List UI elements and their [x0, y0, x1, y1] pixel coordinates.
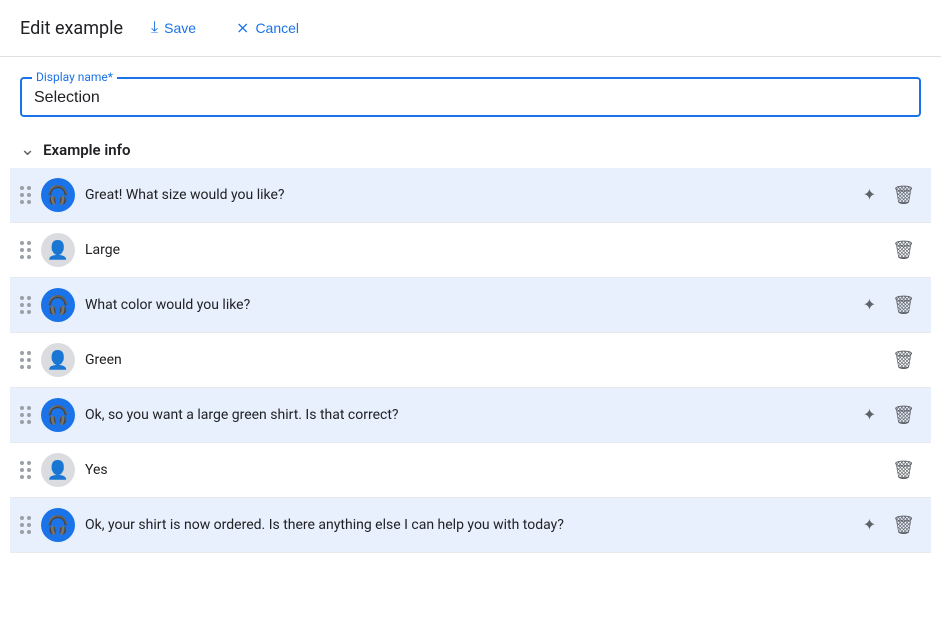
- conversation-list: 🎧Great! What size would you like?✦🗑👤Larg…: [0, 168, 941, 553]
- table-row: 👤 Green 🗑: [10, 333, 931, 388]
- row-actions: ✦🗑: [857, 509, 921, 542]
- delete-icon: 🗑: [892, 240, 915, 261]
- sparkle-button[interactable]: ✦: [857, 179, 882, 211]
- delete-button[interactable]: 🗑: [886, 399, 921, 432]
- delete-button[interactable]: 🗑: [886, 179, 921, 212]
- drag-handle[interactable]: [20, 461, 31, 479]
- save-button[interactable]: ⤓ Save: [139, 13, 208, 43]
- bot-avatar: 🎧: [41, 508, 75, 542]
- sparkle-button[interactable]: ✦: [857, 289, 882, 321]
- delete-icon: 🗑: [892, 185, 915, 206]
- user-avatar: 👤: [41, 343, 75, 377]
- page-title: Edit example: [20, 18, 123, 39]
- row-actions: 🗑: [886, 234, 921, 267]
- delete-button[interactable]: 🗑: [886, 234, 921, 267]
- save-label: Save: [164, 20, 196, 36]
- delete-icon: 🗑: [892, 405, 915, 426]
- table-row: 🎧Great! What size would you like?✦🗑: [10, 168, 931, 223]
- cancel-icon: ⨯: [236, 18, 249, 38]
- table-row: 🎧 Ok, so you want a large green shirt. Is…: [10, 388, 931, 443]
- example-info-section[interactable]: ⌄ Example info: [0, 127, 941, 168]
- row-actions: 🗑: [886, 344, 921, 377]
- conversation-text: Great! What size would you like?: [85, 187, 847, 203]
- drag-handle[interactable]: [20, 516, 31, 534]
- delete-button[interactable]: 🗑: [886, 344, 921, 377]
- row-actions: ✦🗑: [857, 289, 921, 322]
- page-header: Edit example ⤓ Save ⨯ Cancel: [0, 0, 941, 57]
- bot-avatar: 🎧: [41, 178, 75, 212]
- delete-icon: 🗑: [892, 350, 915, 371]
- table-row: 👤 Large 🗑: [10, 223, 931, 278]
- sparkle-icon: ✦: [863, 295, 876, 315]
- display-name-label: Display name*: [32, 70, 117, 84]
- delete-button[interactable]: 🗑: [886, 509, 921, 542]
- conversation-text: Large: [85, 242, 876, 258]
- user-avatar: 👤: [41, 233, 75, 267]
- delete-button[interactable]: 🗑: [886, 289, 921, 322]
- drag-handle[interactable]: [20, 406, 31, 424]
- delete-icon: 🗑: [892, 460, 915, 481]
- conversation-text: What color would you like?: [85, 297, 847, 313]
- chevron-down-icon: ⌄: [20, 139, 35, 160]
- drag-handle[interactable]: [20, 186, 31, 204]
- table-row: 👤 Yes 🗑: [10, 443, 931, 498]
- user-avatar: 👤: [41, 453, 75, 487]
- sparkle-icon: ✦: [863, 185, 876, 205]
- cancel-label: Cancel: [255, 20, 299, 36]
- drag-handle[interactable]: [20, 241, 31, 259]
- delete-icon: 🗑: [892, 295, 915, 316]
- drag-handle[interactable]: [20, 351, 31, 369]
- conversation-text: Ok, your shirt is now ordered. Is there …: [85, 517, 847, 533]
- conversation-text: Yes: [85, 462, 876, 478]
- sparkle-button[interactable]: ✦: [857, 509, 882, 541]
- display-name-section: Display name*: [0, 57, 941, 127]
- row-actions: 🗑: [886, 454, 921, 487]
- conversation-text: Ok, so you want a large green shirt. Is …: [85, 407, 847, 423]
- cancel-button[interactable]: ⨯ Cancel: [224, 12, 311, 44]
- example-info-label: Example info: [43, 141, 130, 159]
- delete-button[interactable]: 🗑: [886, 454, 921, 487]
- sparkle-button[interactable]: ✦: [857, 399, 882, 431]
- save-icon: ⤓: [151, 19, 158, 37]
- display-name-wrapper: Display name*: [20, 77, 921, 117]
- display-name-input[interactable]: [34, 87, 907, 109]
- bot-avatar: 🎧: [41, 288, 75, 322]
- sparkle-icon: ✦: [863, 405, 876, 425]
- conversation-text: Green: [85, 352, 876, 368]
- table-row: 🎧What color would you like?✦🗑: [10, 278, 931, 333]
- bot-avatar: 🎧: [41, 398, 75, 432]
- sparkle-icon: ✦: [863, 515, 876, 535]
- drag-handle[interactable]: [20, 296, 31, 314]
- row-actions: ✦🗑: [857, 399, 921, 432]
- row-actions: ✦🗑: [857, 179, 921, 212]
- delete-icon: 🗑: [892, 515, 915, 536]
- table-row: 🎧 Ok, your shirt is now ordered. Is there…: [10, 498, 931, 553]
